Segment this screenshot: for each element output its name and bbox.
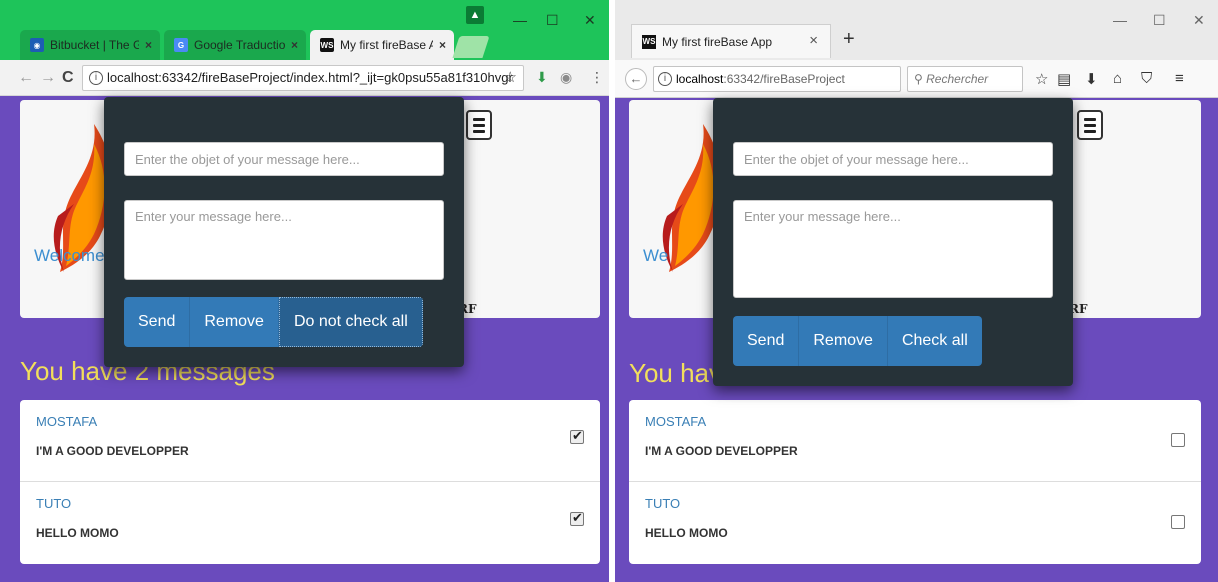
download-icon[interactable]: ⬇ <box>536 69 548 86</box>
send-button[interactable]: Send <box>124 297 191 347</box>
url-path: :63342/fireBaseProject <box>723 72 845 86</box>
chrome-window: ◉ Bitbucket | The Git × G Google Traduct… <box>0 0 609 582</box>
toggle-check-all-button[interactable]: Check all <box>887 316 982 366</box>
hamburger-menu-icon[interactable] <box>1077 110 1103 140</box>
message-checkbox[interactable] <box>1171 515 1185 529</box>
message-list: MOSTAFA I'M A GOOD DEVELOPPER TUTO HELLO… <box>629 400 1201 564</box>
message-count-heading: You hav <box>629 358 723 388</box>
info-icon[interactable]: i <box>89 71 103 85</box>
chrome-titlebar: ◉ Bitbucket | The Git × G Google Traduct… <box>0 0 609 64</box>
search-box[interactable]: ⚲ Rechercher <box>907 66 1023 92</box>
close-window-button[interactable]: ✕ <box>1193 12 1205 29</box>
tab-bitbucket[interactable]: ◉ Bitbucket | The Git × <box>20 30 160 60</box>
list-item: TUTO HELLO MOMO ✔ <box>20 482 600 564</box>
send-button[interactable]: Send <box>733 316 800 366</box>
pocket-icon[interactable]: ⛉ <box>1141 70 1152 87</box>
message-text: I'M A GOOD DEVELOPPER <box>645 444 798 458</box>
tab-label: My first fireBase Ap <box>340 38 433 52</box>
reload-button[interactable]: C <box>62 69 74 87</box>
form-button-group: Send Remove Do not check all <box>124 297 423 347</box>
message-checkbox[interactable]: ✔ <box>570 428 584 444</box>
back-button[interactable]: ← <box>18 69 34 87</box>
tab-close-icon[interactable]: × <box>809 32 818 49</box>
url-host: localhost <box>676 72 724 86</box>
message-author: MOSTAFA <box>645 414 707 429</box>
firefox-titlebar: WS My first fireBase App × + — ☐ ✕ <box>615 0 1218 60</box>
checkmark-icon: ✔ <box>572 510 583 525</box>
hamburger-menu-icon[interactable] <box>466 110 492 140</box>
message-text: HELLO MOMO <box>36 526 119 540</box>
list-item: TUTO HELLO MOMO <box>629 482 1201 564</box>
reading-list-icon[interactable]: ▤ <box>1057 70 1071 88</box>
welcome-text: Welcome <box>34 246 105 265</box>
address-bar[interactable]: i localhost:63342/fireBaseProject/index.… <box>82 65 524 91</box>
message-form-popup: Send Remove Do not check all <box>104 97 464 367</box>
message-textarea[interactable] <box>733 200 1053 298</box>
bitbucket-icon: ◉ <box>30 38 44 52</box>
message-checkbox[interactable] <box>1171 433 1185 447</box>
remove-button[interactable]: Remove <box>190 297 279 347</box>
firefox-toolbar: ← i localhost:63342/fireBaseProject C ⚲ … <box>615 60 1218 98</box>
list-item: MOSTAFA I'M A GOOD DEVELOPPER ✔ <box>20 400 600 482</box>
tab-label: My first fireBase App <box>662 34 773 49</box>
address-bar[interactable]: i localhost:63342/fireBaseProject C <box>653 66 901 92</box>
message-text: I'M A GOOD DEVELOPPER <box>36 444 189 458</box>
bookmark-star-icon[interactable]: ☆ <box>1035 70 1048 88</box>
maximize-button[interactable]: ☐ <box>546 12 559 29</box>
tab-label: Bitbucket | The Git <box>50 38 139 52</box>
message-author: TUTO <box>645 496 681 511</box>
back-button[interactable]: ← <box>625 68 647 90</box>
subject-input[interactable] <box>733 142 1053 176</box>
menu-dots-icon[interactable]: ⋮ <box>590 69 604 86</box>
url-text: localhost:63342/fireBaseProject/index.ht… <box>107 70 513 85</box>
message-checkbox[interactable]: ✔ <box>570 510 584 526</box>
download-icon[interactable]: ⬇ <box>1085 70 1098 88</box>
maximize-button[interactable]: ☐ <box>1153 12 1166 29</box>
toggle-check-all-button[interactable]: Do not check all <box>278 297 423 347</box>
bookmark-star-icon[interactable]: ☆ <box>504 66 517 90</box>
minimize-button[interactable]: — <box>513 12 527 28</box>
welcome-text: We <box>643 246 669 265</box>
close-window-button[interactable]: ✕ <box>584 12 596 29</box>
tab-close-icon[interactable]: × <box>439 38 446 52</box>
tab-close-icon[interactable]: × <box>291 38 298 52</box>
message-author: TUTO <box>36 496 72 511</box>
message-form-popup: Send Remove Check all <box>713 98 1073 386</box>
forward-button[interactable]: → <box>40 69 56 87</box>
message-textarea[interactable] <box>124 200 444 280</box>
profile-icon[interactable]: ▲ <box>466 6 484 24</box>
message-author: MOSTAFA <box>36 414 98 429</box>
google-translate-icon: G <box>174 38 188 52</box>
firefox-window: WS My first fireBase App × + — ☐ ✕ ← i l… <box>615 0 1218 582</box>
chrome-toolbar: ← → C i localhost:63342/fireBaseProject/… <box>0 60 609 96</box>
webstorm-icon: WS <box>642 34 656 49</box>
new-tab-button[interactable]: + <box>843 28 855 51</box>
search-icon: ⚲ <box>914 72 923 86</box>
form-button-group: Send Remove Check all <box>733 316 982 366</box>
extension-icon[interactable]: ◉ <box>560 69 572 86</box>
webstorm-icon: WS <box>320 38 334 52</box>
tab-label: Google Traduction <box>194 38 285 52</box>
search-placeholder: Rechercher <box>926 72 989 86</box>
message-list: MOSTAFA I'M A GOOD DEVELOPPER ✔ TUTO HEL… <box>20 400 600 564</box>
new-tab-button[interactable] <box>452 36 490 58</box>
tab-close-icon[interactable]: × <box>145 38 152 52</box>
remove-button[interactable]: Remove <box>799 316 888 366</box>
tab-firebase-app[interactable]: WS My first fireBase Ap × <box>310 30 454 60</box>
message-text: HELLO MOMO <box>645 526 728 540</box>
info-icon[interactable]: i <box>658 72 672 86</box>
list-item: MOSTAFA I'M A GOOD DEVELOPPER <box>629 400 1201 482</box>
subject-input[interactable] <box>124 142 444 176</box>
tab-firebase-app[interactable]: WS My first fireBase App × <box>631 24 831 58</box>
menu-icon[interactable]: ≡ <box>1175 70 1184 87</box>
tab-google-translate[interactable]: G Google Traduction × <box>164 30 306 60</box>
minimize-button[interactable]: — <box>1113 12 1127 28</box>
home-icon[interactable]: ⌂ <box>1113 70 1122 87</box>
checkmark-icon: ✔ <box>572 428 583 443</box>
